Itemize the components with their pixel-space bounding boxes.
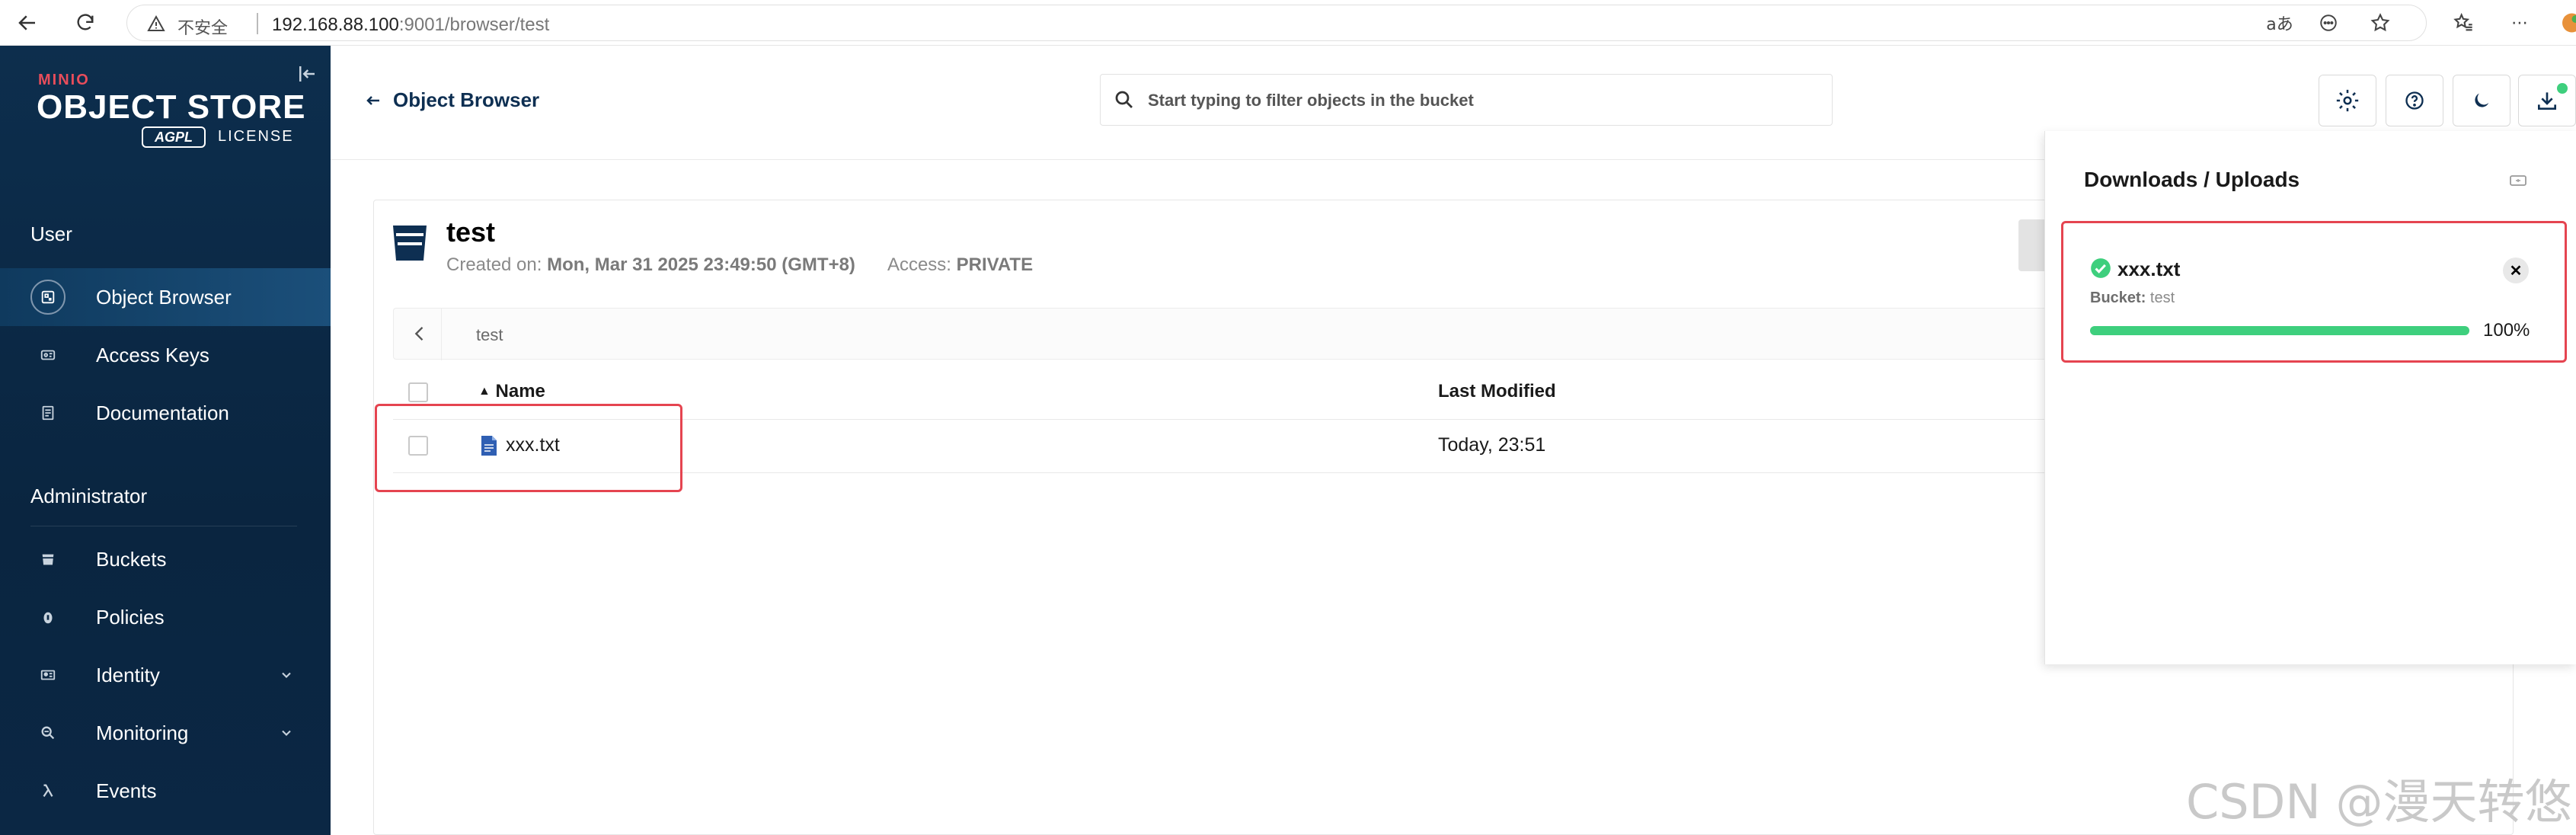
reload-icon[interactable] <box>72 9 99 37</box>
bucket-title: test <box>446 216 496 248</box>
sidebar-item-label: Object Browser <box>96 285 232 309</box>
url-text: 192.168.88.100:9001/browser/test <box>272 14 549 36</box>
document-icon <box>30 395 66 430</box>
downloads-panel <box>2044 131 2576 664</box>
file-last-modified: Today, 23:51 <box>1438 434 1546 456</box>
highlight-box-download <box>2061 221 2567 363</box>
search-icon <box>1115 91 1133 108</box>
chevron-down-icon[interactable] <box>279 725 294 741</box>
collapse-sidebar-icon[interactable] <box>296 62 318 85</box>
app-root: 不安全 192.168.88.100:9001/browser/test aあ … <box>0 0 2576 835</box>
sidebar-item-access-keys[interactable]: Access Keys <box>0 326 331 384</box>
sidebar-item-label: Events <box>96 779 157 802</box>
warning-icon <box>147 14 165 31</box>
logo-title: OBJECT STORE <box>37 88 306 126</box>
url-host: 192.168.88.100 <box>272 14 399 35</box>
key-icon <box>30 338 66 373</box>
column-name-label: Name <box>495 381 545 402</box>
select-all-checkbox[interactable] <box>408 382 428 402</box>
sort-ascending-icon: ▲ <box>478 385 491 398</box>
watermark: CSDN @漫天转悠 <box>2186 774 2572 830</box>
search-input[interactable] <box>1148 90 1818 111</box>
sidebar-item-label: Monitoring <box>96 721 189 744</box>
id-card-icon <box>30 657 66 693</box>
created-value: Mon, Mar 31 2025 23:49:50 (GMT+8) <box>547 254 855 275</box>
sidebar-item-object-browser[interactable]: Object Browser <box>0 268 331 326</box>
sidebar-item-label: Documentation <box>96 401 229 424</box>
downloads-button[interactable] <box>2518 75 2576 126</box>
sidebar-item-label: Access Keys <box>96 343 209 366</box>
chevron-left-icon[interactable] <box>409 322 430 345</box>
favorites-icon[interactable] <box>2450 9 2477 37</box>
browser-back-icon[interactable] <box>14 9 41 37</box>
browser-toolbar: 不安全 192.168.88.100:9001/browser/test aあ … <box>0 0 2576 46</box>
gear-icon <box>2336 89 2359 112</box>
sidebar-item-monitoring[interactable]: Monitoring <box>0 704 331 762</box>
object-browser-icon <box>30 280 66 315</box>
address-bar[interactable]: 不安全 192.168.88.100:9001/browser/test aあ <box>126 5 2427 41</box>
back-link-label: Object Browser <box>393 88 540 111</box>
bucket-meta: Created on: Mon, Mar 31 2025 23:49:50 (G… <box>446 254 1033 276</box>
sidebar-item-identity[interactable]: Identity <box>0 646 331 704</box>
section-title-user: User <box>30 222 72 245</box>
star-icon[interactable] <box>2367 9 2394 37</box>
breadcrumb: test <box>393 308 2069 360</box>
more-icon[interactable]: ⋯ <box>2506 9 2533 37</box>
lambda-icon <box>30 773 66 808</box>
column-header-last-modified[interactable]: Last Modified <box>1438 381 1556 402</box>
download-status-dot <box>2557 83 2568 94</box>
settings-button[interactable] <box>2319 75 2376 126</box>
column-header-name[interactable]: ▲ Name <box>478 381 545 402</box>
profile-icon[interactable] <box>2556 9 2576 37</box>
sidebar-item-policies[interactable]: Policies <box>0 588 331 646</box>
chevron-down-icon[interactable] <box>279 667 294 683</box>
moon-icon <box>2475 93 2489 107</box>
logo-license: LICENSE <box>218 128 294 145</box>
read-aloud-icon[interactable]: aあ <box>2266 9 2293 37</box>
sidebar-item-label: Buckets <box>96 547 167 571</box>
access-label: Access: <box>887 254 951 275</box>
agpl-badge: AGPL <box>142 126 206 148</box>
help-icon <box>2405 91 2424 110</box>
logo-brand: MINIO <box>38 72 90 88</box>
security-label: 不安全 <box>177 19 229 38</box>
sidebar-item-documentation[interactable]: Documentation <box>0 384 331 442</box>
minimize-panel-icon[interactable] <box>2509 174 2527 187</box>
url-path: :9001/browser/test <box>398 14 550 35</box>
back-to-object-browser-link[interactable]: Object Browser <box>364 88 539 112</box>
breadcrumb-divider <box>441 309 442 360</box>
highlight-box-file-row <box>375 404 682 492</box>
dark-mode-button[interactable] <box>2453 75 2510 126</box>
bucket-icon <box>393 226 427 261</box>
sidebar-item-events[interactable]: Events <box>0 762 331 820</box>
bucket-icon <box>30 542 66 577</box>
section-title-administrator: Administrator <box>30 485 148 507</box>
arrow-left-icon <box>366 95 379 105</box>
breadcrumb-path[interactable]: test <box>476 325 503 345</box>
downloads-panel-title: Downloads / Uploads <box>2084 168 2300 191</box>
address-separator <box>257 13 258 34</box>
download-icon <box>2538 92 2556 110</box>
object-filter-search[interactable] <box>1100 74 1833 126</box>
access-value: PRIVATE <box>956 254 1034 275</box>
sidebar-item-label: Policies <box>96 605 165 629</box>
sidebar: MINIO OBJECT STORE AGPL LICENSE User Obj… <box>0 46 331 835</box>
lock-icon <box>30 600 66 635</box>
extension-icon[interactable] <box>2315 9 2342 37</box>
sidebar-item-label: Identity <box>96 663 160 686</box>
created-label: Created on: <box>446 254 542 275</box>
search-icon <box>30 715 66 750</box>
sidebar-item-buckets[interactable]: Buckets <box>0 530 331 588</box>
help-button[interactable] <box>2386 75 2443 126</box>
